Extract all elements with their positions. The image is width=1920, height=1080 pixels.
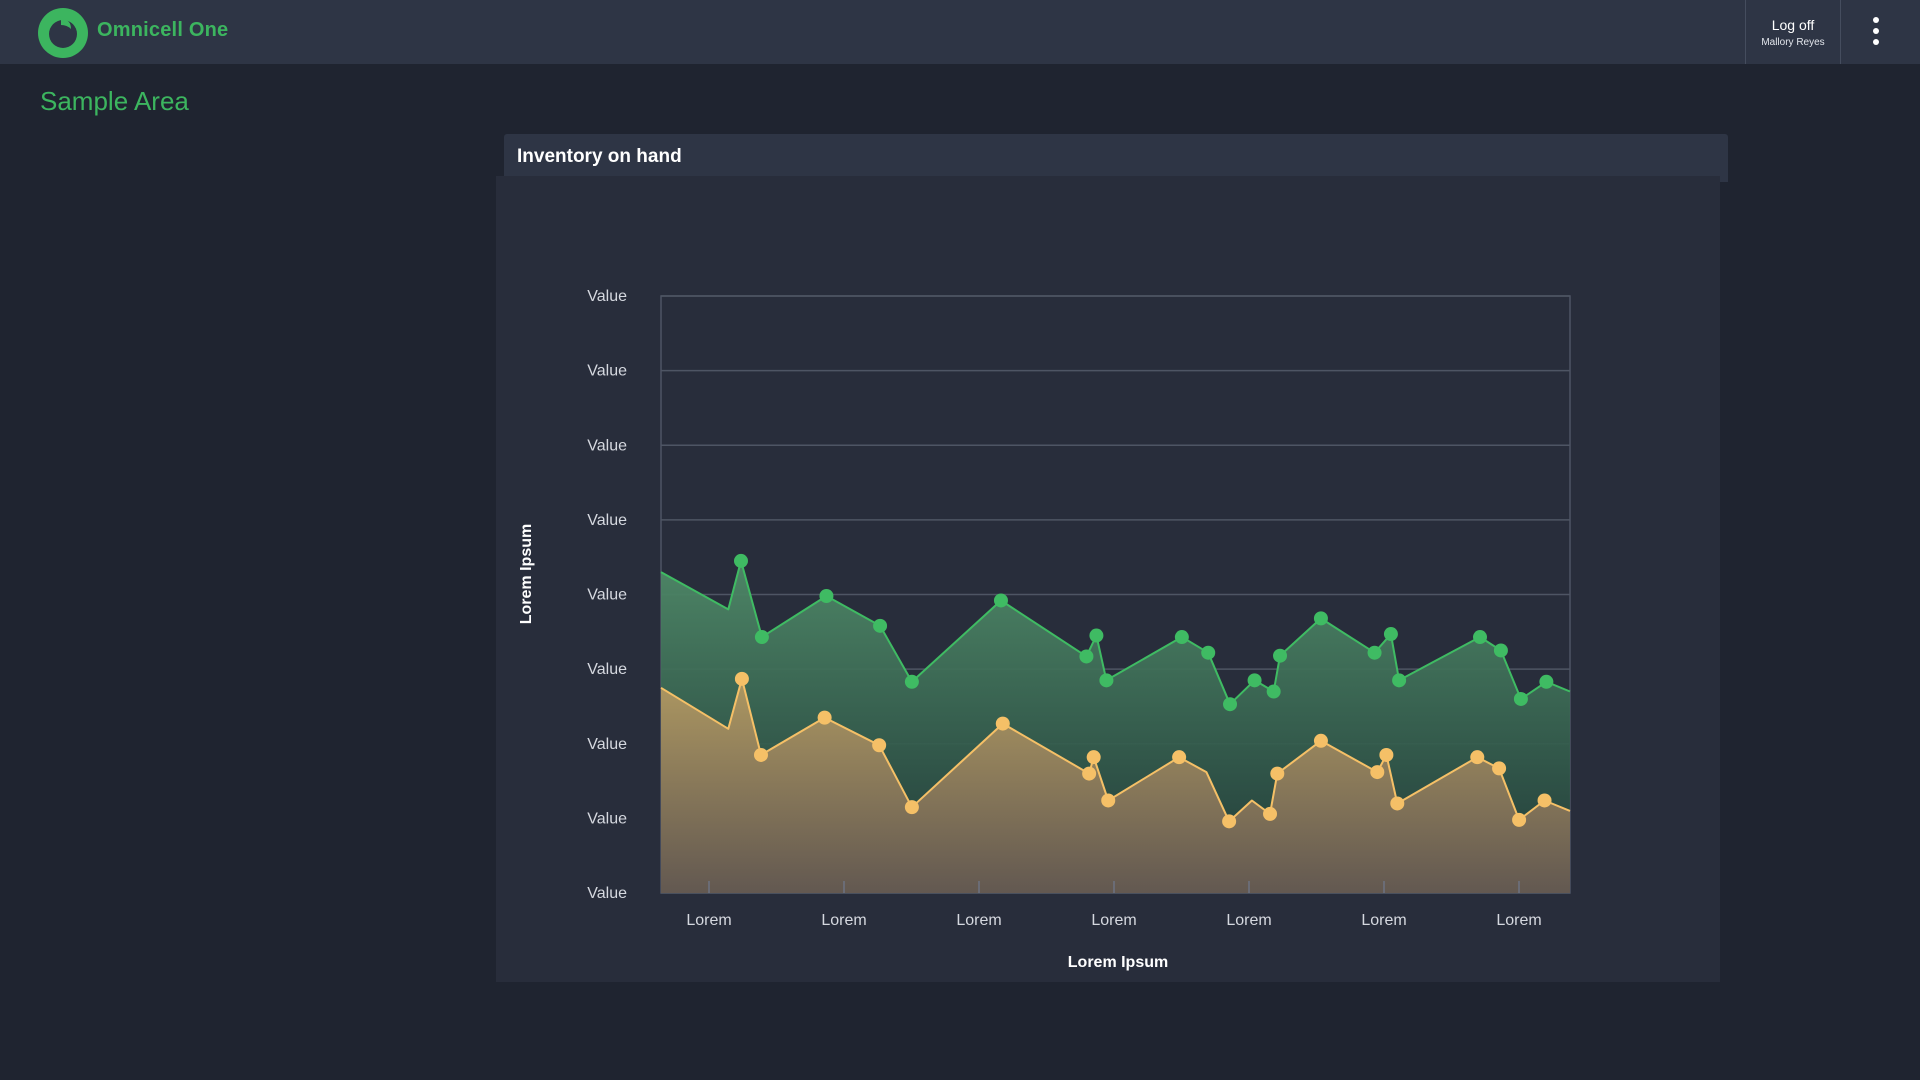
- data-point: [873, 618, 888, 633]
- data-point: [1390, 796, 1405, 811]
- x-tick-label: Lorem: [1091, 912, 1136, 929]
- y-tick-label: Value: [587, 288, 627, 305]
- data-point: [1539, 674, 1554, 689]
- data-point: [1247, 673, 1262, 688]
- data-point: [1079, 649, 1094, 664]
- data-point: [1266, 684, 1281, 699]
- data-point: [995, 716, 1010, 731]
- data-point: [1392, 673, 1407, 688]
- top-bar: Omnicell One Log off Mallory Reyes: [0, 0, 1920, 64]
- card-title: Inventory on hand: [517, 146, 682, 167]
- omnicell-logo-icon: [38, 8, 88, 58]
- page-title: Sample Area: [40, 86, 189, 116]
- x-tick-label: Lorem: [1226, 912, 1271, 929]
- data-point: [1537, 793, 1552, 808]
- data-point: [734, 671, 749, 686]
- data-point: [904, 800, 919, 815]
- y-tick-label: Value: [587, 437, 627, 454]
- x-axis-label: Lorem Ipsum: [1068, 954, 1168, 971]
- x-tick-label: Lorem: [686, 912, 731, 929]
- x-tick-label: Lorem: [821, 912, 866, 929]
- data-point: [1512, 812, 1527, 827]
- x-tick-label: Lorem: [1496, 912, 1541, 929]
- data-point: [733, 553, 748, 568]
- log-off-button[interactable]: Log off Mallory Reyes: [1747, 0, 1839, 64]
- y-tick-label: Value: [587, 512, 627, 529]
- y-tick-label: Value: [587, 363, 627, 380]
- y-tick-label: Value: [587, 810, 627, 827]
- data-point: [1174, 630, 1189, 645]
- data-point: [754, 630, 769, 645]
- card-header: Inventory on hand: [504, 134, 1728, 182]
- data-point: [1201, 645, 1216, 660]
- header-divider: [1840, 0, 1841, 64]
- data-point: [1089, 628, 1104, 643]
- data-point: [1086, 750, 1101, 765]
- data-point: [1101, 793, 1116, 808]
- data-point: [1473, 630, 1488, 645]
- x-tick-label: Lorem: [956, 912, 1001, 929]
- data-point: [1513, 691, 1528, 706]
- data-point: [1470, 750, 1485, 765]
- data-point: [1223, 697, 1238, 712]
- y-axis-label: Lorem Ipsum: [518, 524, 535, 624]
- data-point: [1263, 806, 1278, 821]
- inventory-chart: Value Value Value Value Value Value Value Value…: [518, 288, 1571, 971]
- data-point: [817, 710, 832, 725]
- app-name: Omnicell One: [97, 19, 229, 41]
- data-point: [872, 738, 887, 753]
- data-point: [1172, 750, 1187, 765]
- y-tick-label: Value: [587, 736, 627, 753]
- card-body: Value Value Value Value Value Value Value Value…: [496, 176, 1720, 982]
- vertical-dots-icon[interactable]: [1860, 14, 1892, 50]
- data-point: [1099, 673, 1114, 688]
- data-point: [1383, 627, 1398, 642]
- data-point: [904, 674, 919, 689]
- data-point: [1313, 733, 1328, 748]
- data-point: [1273, 648, 1288, 663]
- x-tick-label: Lorem: [1361, 912, 1406, 929]
- y-tick-label: Value: [587, 661, 627, 678]
- header-divider: [1745, 0, 1746, 64]
- data-point: [1379, 747, 1394, 762]
- data-point: [1270, 766, 1285, 781]
- data-point: [1493, 643, 1508, 658]
- data-point: [1370, 765, 1385, 780]
- y-tick-label: Value: [587, 587, 627, 604]
- y-tick-label: Value: [587, 885, 627, 902]
- data-point: [753, 747, 768, 762]
- data-point: [1367, 645, 1382, 660]
- data-point: [819, 588, 834, 603]
- data-point: [1082, 766, 1097, 781]
- data-point: [1313, 611, 1328, 626]
- user-name: Mallory Reyes: [1761, 37, 1825, 48]
- data-point: [993, 593, 1008, 608]
- log-off-label: Log off: [1771, 17, 1815, 33]
- data-point: [1222, 814, 1237, 829]
- data-point: [1492, 761, 1507, 776]
